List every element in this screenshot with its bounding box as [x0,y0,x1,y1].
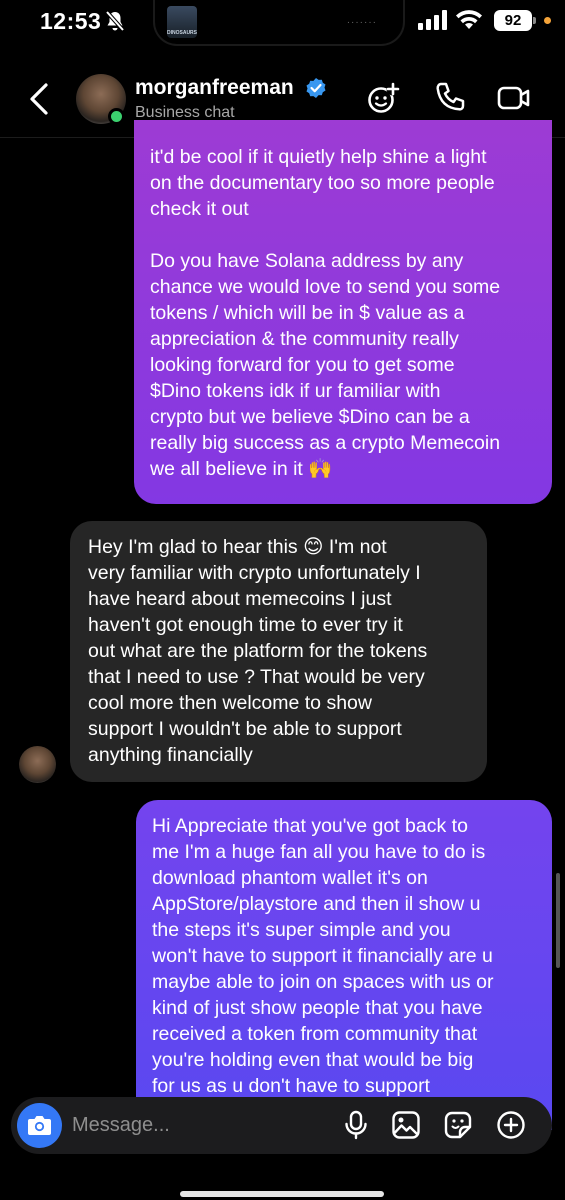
gallery-icon[interactable] [391,1110,421,1140]
phone-call-icon[interactable] [432,80,468,116]
message-bubble-incoming[interactable]: Hey I'm glad to hear this 😊 I'm not very… [70,521,487,782]
privacy-indicator-dot [544,17,551,24]
home-indicator[interactable] [180,1191,384,1197]
microphone-icon[interactable] [341,1110,371,1140]
contact-name[interactable]: morganfreeman [135,76,294,100]
now-playing-thumbnail: DINOSAURS [167,6,197,38]
message-bubble-outgoing[interactable]: Hi Appreciate that you've got back to me… [136,800,552,1130]
message-bubble-outgoing[interactable]: it'd be cool if it quietly help shine a … [134,120,552,504]
battery-indicator: 92 [494,10,536,31]
message-input[interactable]: Message... [72,1114,170,1137]
status-bar: 12:53 DINOSAURS ······· 92 [0,0,565,48]
message-composer: Message... [11,1097,552,1154]
message-paragraph: Do you have Solana address by any chance… [150,250,501,480]
back-chevron-icon[interactable] [26,82,54,116]
cellular-signal-icon [418,10,447,30]
camera-icon [28,1116,51,1135]
camera-button[interactable] [17,1103,62,1148]
island-indicator: ······· [346,17,377,28]
video-call-icon[interactable] [496,80,532,116]
online-status-dot [108,108,125,125]
message-text: Hey I'm glad to hear this 😊 I'm not very… [88,536,428,766]
now-playing-label: DINOSAURS [167,30,198,36]
message-text: Hi Appreciate that you've got back to me… [152,815,494,1097]
add-plus-icon[interactable] [496,1110,526,1140]
verified-badge-icon [306,78,326,98]
add-people-icon[interactable] [366,80,402,116]
sticker-icon[interactable] [443,1110,473,1140]
wifi-icon [456,10,482,29]
scrollbar[interactable] [556,873,560,968]
sender-avatar[interactable] [19,746,56,783]
bell-muted-icon [105,10,125,32]
status-time: 12:53 [40,8,102,34]
dynamic-island[interactable]: DINOSAURS ······· [153,0,405,46]
message-paragraph: it'd be cool if it quietly help shine a … [150,146,495,220]
